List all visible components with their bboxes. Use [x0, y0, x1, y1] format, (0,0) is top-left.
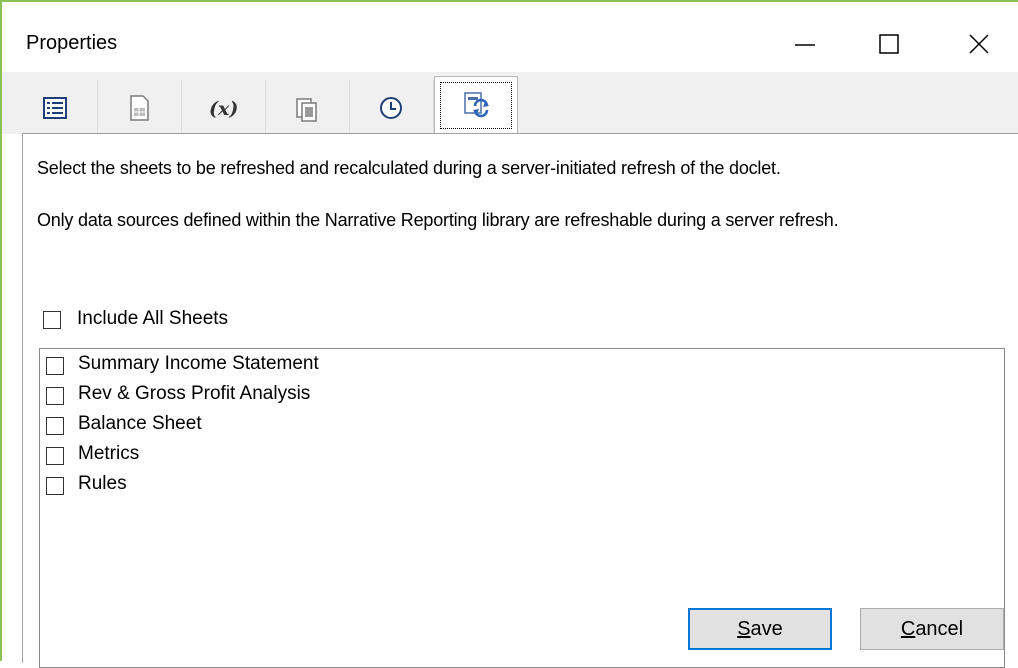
properties-dialog: Properties (x) Select the sheets to be r… [0, 0, 1018, 668]
close-button[interactable] [944, 16, 1014, 74]
description-text-2: Only data sources defined within the Nar… [37, 210, 839, 230]
document-icon [130, 95, 149, 121]
sheet-label: Rules [78, 473, 127, 494]
tab-document[interactable] [98, 80, 182, 134]
tab-server-refresh[interactable] [434, 76, 518, 134]
list-item[interactable]: Summary Income Statement [46, 351, 646, 381]
list-item[interactable]: Rules [46, 471, 646, 501]
tab-content-panel: Select the sheets to be refreshed and re… [22, 133, 1018, 668]
title-bar[interactable]: Properties [2, 2, 1018, 74]
sheet-label: Balance Sheet [78, 413, 202, 434]
sheet-checkbox[interactable] [46, 387, 64, 405]
cancel-button[interactable]: Cancel [860, 608, 1004, 650]
tab-document-refresh[interactable] [266, 80, 350, 134]
minimize-button[interactable] [770, 16, 840, 74]
close-icon [969, 34, 989, 54]
cancel-mnemonic: C [900, 617, 916, 640]
include-all-sheets-label: Include All Sheets [77, 308, 229, 329]
sheet-label: Metrics [78, 443, 140, 464]
description-text-1: Select the sheets to be refreshed and re… [37, 158, 781, 178]
svg-text:(x): (x) [209, 98, 238, 120]
sheet-checkbox[interactable] [46, 477, 64, 495]
save-mnemonic: S [737, 617, 751, 640]
save-label-rest: ave [750, 617, 783, 640]
minimize-icon [795, 44, 815, 46]
clock-icon [380, 97, 402, 119]
variables-icon: (x) [209, 98, 238, 120]
sheet-checkbox[interactable] [46, 357, 64, 375]
sheet-checkbox[interactable] [46, 447, 64, 465]
list-item[interactable]: Metrics [46, 441, 646, 471]
sheet-label: Summary Income Statement [78, 353, 319, 374]
list-item[interactable]: Rev & Gross Profit Analysis [46, 381, 646, 411]
include-all-sheets-checkbox[interactable] [43, 311, 61, 329]
save-button[interactable]: Save [688, 608, 832, 650]
window-title: Properties [26, 32, 118, 54]
maximize-button[interactable] [854, 16, 924, 74]
server-refresh-icon [464, 92, 489, 118]
document-refresh-icon [296, 98, 317, 122]
maximize-icon [879, 34, 899, 54]
tab-schedule[interactable] [350, 80, 434, 134]
list-item[interactable]: Balance Sheet [46, 411, 646, 441]
cancel-label-rest: ancel [915, 617, 964, 640]
tab-properties[interactable] [14, 80, 98, 134]
sheet-checkbox[interactable] [46, 417, 64, 435]
tab-variables[interactable]: (x) [182, 80, 266, 134]
sheet-label: Rev & Gross Profit Analysis [78, 383, 311, 404]
tab-bar: (x) [2, 72, 1018, 134]
list-properties-icon [43, 97, 67, 119]
